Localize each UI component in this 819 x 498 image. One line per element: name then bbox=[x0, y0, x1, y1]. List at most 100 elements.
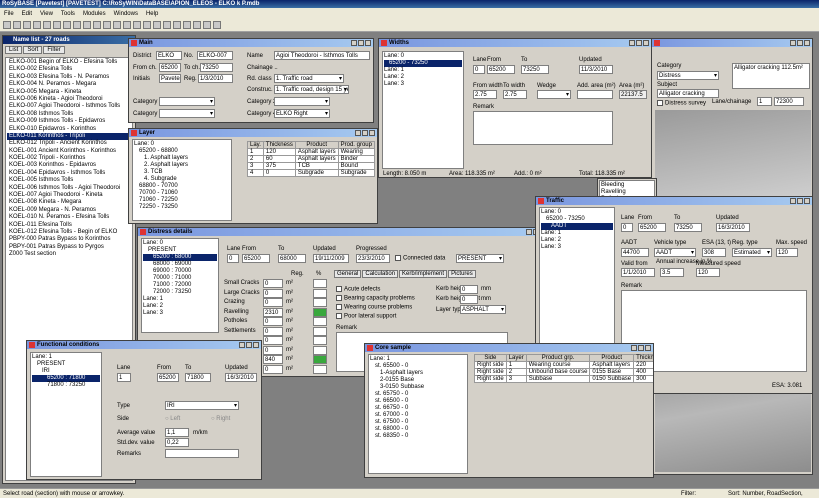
distress-lane-field[interactable]: 0 bbox=[227, 254, 239, 263]
layer-type-select[interactable]: ASPHALT bbox=[460, 305, 506, 314]
road-name-field[interactable]: Agioi Theodoroi - Isthmos Tolls bbox=[274, 51, 370, 60]
road-list-item[interactable]: ELKO-007 Agioi Theodoroi - Isthmos Tolls bbox=[7, 103, 131, 110]
toolbar-button-icon[interactable] bbox=[63, 21, 71, 29]
layer-table[interactable]: Lay. Thickness Product Prod. group 1 120 Aspha… bbox=[247, 141, 375, 177]
func-updated-field[interactable]: 16/3/2010 bbox=[225, 373, 257, 382]
menu-edit[interactable]: Edit bbox=[22, 11, 32, 17]
menu-tools[interactable]: Tools bbox=[61, 11, 75, 17]
traffic-to-field[interactable]: 73250 bbox=[674, 223, 702, 232]
tree-node[interactable]: Lane: 0 bbox=[143, 240, 217, 247]
checkbox[interactable] bbox=[336, 304, 342, 310]
distress-progressed-field[interactable]: 23/3/2010 bbox=[356, 254, 390, 263]
core-sample-table[interactable]: SideLayerProduct grp.ProductThicknessRig… bbox=[474, 354, 653, 383]
toolbar-button-icon[interactable] bbox=[123, 21, 131, 29]
tree-node[interactable]: Lane: 1 bbox=[143, 296, 217, 303]
distress-pct-field[interactable] bbox=[313, 317, 327, 326]
tree-node[interactable]: Lane: 2 bbox=[143, 303, 217, 310]
std-dev-field[interactable]: 0,22 bbox=[165, 438, 189, 447]
tree-node[interactable]: 65200 - 73250 bbox=[384, 60, 462, 67]
average-value-field[interactable]: 1,1 bbox=[165, 428, 189, 437]
category-2-select[interactable] bbox=[274, 97, 330, 106]
road-list-item[interactable]: ELKO-009 Isthmos Tolls - Epidavros bbox=[7, 118, 131, 125]
from-width-field[interactable]: 2.75 bbox=[473, 90, 497, 99]
road-list-item[interactable]: Z000 Test section bbox=[7, 251, 131, 258]
road-list-item[interactable]: KOEL-001 Ancient Korinthos - Korinthos bbox=[7, 148, 131, 155]
road-list-item[interactable]: ELKO-010 Epidavros - Korinthos bbox=[7, 126, 131, 133]
traffic-from-field[interactable]: 65200 bbox=[638, 223, 666, 232]
tree-node[interactable]: Lane: 1 bbox=[370, 356, 466, 363]
tree-node[interactable]: Lane: 0 bbox=[134, 141, 230, 148]
distress-reg-field[interactable]: 0 bbox=[263, 336, 283, 345]
toolbar-button-icon[interactable] bbox=[163, 21, 171, 29]
distress-pct-field[interactable] bbox=[313, 307, 327, 317]
road-list-item[interactable]: KOEL-007 Agioi Theodoroi - Kineta bbox=[7, 192, 131, 199]
table-row[interactable]: 3 375 TCB Bound bbox=[247, 162, 375, 170]
tree-node[interactable]: AADT bbox=[541, 223, 613, 230]
distress-reg-field[interactable]: 0 bbox=[263, 317, 283, 326]
toolbar-button-icon[interactable] bbox=[3, 21, 11, 29]
tree-node[interactable]: st. 65750 - 0 bbox=[370, 391, 466, 398]
road-list-item[interactable]: KOEL-012 Efesina Tolls - Begin of ELKO bbox=[7, 229, 131, 236]
road-list-item[interactable]: KOEL-009 Megara - N. Peramos bbox=[7, 207, 131, 214]
toolbar-button-icon[interactable] bbox=[103, 21, 111, 29]
tree-node[interactable]: 70000 : 71000 bbox=[143, 275, 217, 282]
functional-tree[interactable]: Lane: 1 PRESENT IRI 65200 : 71800 71800 : 73… bbox=[30, 352, 102, 477]
toolbar-button-icon[interactable] bbox=[83, 21, 91, 29]
road-class-select[interactable]: 1. Traffic road bbox=[274, 74, 344, 83]
construction-select[interactable]: 1. Traffic road, design 15 years bbox=[274, 85, 349, 94]
checkbox[interactable] bbox=[336, 313, 342, 319]
tree-node[interactable]: PRESENT bbox=[32, 361, 100, 368]
tree-node[interactable]: Lane: 3 bbox=[384, 81, 462, 88]
road-list-item[interactable]: KOEL-002 Tripoli - Korinthos bbox=[7, 155, 131, 162]
toolbar-button-icon[interactable] bbox=[53, 21, 61, 29]
valid-from-field[interactable]: 1/1/2010 bbox=[621, 268, 655, 277]
tree-node[interactable]: 65200 : 68000 bbox=[143, 254, 217, 261]
distress-reg-field[interactable]: 0 bbox=[263, 364, 283, 374]
road-list-item[interactable]: KOEL-008 Kineta - Megara bbox=[7, 199, 131, 206]
tree-node[interactable]: 71060 - 72250 bbox=[134, 197, 230, 204]
from-chainage-field[interactable]: 65200 bbox=[159, 63, 181, 72]
defect-checkbox-row[interactable]: Wearing course problems bbox=[336, 304, 415, 313]
tree-node[interactable]: 71800 : 73250 bbox=[32, 382, 100, 389]
distress-pct-field[interactable] bbox=[313, 279, 327, 288]
core-tree[interactable]: Lane: 1 st. 65500 - 0 1-Asphalt layers 2-01… bbox=[368, 354, 468, 474]
table-row[interactable]: Right side 2 Unbound base course 0155 Base 4… bbox=[474, 368, 653, 376]
distress-from-field[interactable]: 65200 bbox=[242, 254, 270, 263]
tree-node[interactable]: 68000 : 69000 bbox=[143, 261, 217, 268]
checkbox[interactable] bbox=[336, 295, 342, 301]
tree-node[interactable]: Lane: 1 bbox=[541, 230, 613, 237]
tree-node[interactable]: Lane: 3 bbox=[541, 244, 613, 251]
widths-remark-field[interactable] bbox=[473, 111, 613, 145]
initials-field[interactable]: Pavetest bbox=[159, 74, 181, 83]
table-row[interactable]: Right side 3 Subbase 0150 Subbase 300 bbox=[474, 375, 653, 383]
tree-node[interactable]: st. 68350 - 0 bbox=[370, 433, 466, 440]
max-speed-field[interactable]: 120 bbox=[776, 248, 798, 257]
menu-help[interactable]: Help bbox=[146, 11, 158, 17]
defect-checkbox-row[interactable]: Acute defects bbox=[336, 286, 415, 295]
category-select[interactable]: Distress bbox=[657, 71, 719, 80]
distress-pct-field[interactable] bbox=[313, 288, 327, 298]
distress-reg-field[interactable]: 0 bbox=[263, 279, 283, 288]
category-4-select[interactable]: ELKO Right bbox=[274, 109, 330, 118]
func-remarks-field[interactable] bbox=[165, 449, 239, 458]
tree-node[interactable]: Ravelling bbox=[601, 189, 653, 196]
table-row[interactable]: Right side 1 Wearing course Asphalt layers 2… bbox=[474, 361, 653, 369]
menu-view[interactable]: View bbox=[40, 11, 53, 17]
road-list-item[interactable]: KOEL-003 Korinthos - Epidavros bbox=[7, 162, 131, 169]
tree-node[interactable]: 70700 - 71060 bbox=[134, 190, 230, 197]
toolbar-button-icon[interactable] bbox=[143, 21, 151, 29]
layer-tree[interactable]: Lane: 0 65200 - 68800 1. Asphalt layers 2. … bbox=[132, 139, 232, 221]
vehicle-type-select[interactable]: AADT bbox=[654, 248, 696, 257]
category-1-select[interactable] bbox=[159, 97, 215, 106]
reg-date-field[interactable]: 1/3/2010 bbox=[198, 74, 233, 83]
add-area-field[interactable] bbox=[577, 90, 613, 99]
distress-updated-field[interactable]: 19/11/2009 bbox=[313, 254, 349, 263]
tab-list[interactable]: List bbox=[5, 46, 23, 54]
road-list-item[interactable]: ELKO-005 Megara - Kineta bbox=[7, 89, 131, 96]
road-list-item[interactable]: PBPY-000 Patras Bypass to Korinthos bbox=[7, 236, 131, 243]
road-list-item[interactable]: KOEL-005 Isthmos Tolls bbox=[7, 177, 131, 184]
wedge-select[interactable] bbox=[537, 90, 571, 99]
toolbar-button-icon[interactable] bbox=[13, 21, 21, 29]
tree-node[interactable]: 4. Subgrade bbox=[134, 176, 230, 183]
distress-reg-field[interactable]: 0 bbox=[263, 288, 283, 298]
